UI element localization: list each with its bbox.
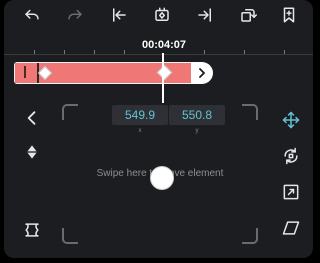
- keyframe-diamond-icon: [27, 145, 37, 159]
- playhead[interactable]: [162, 53, 164, 103]
- panel-corner: [242, 228, 258, 244]
- move-arrows-icon: [282, 111, 300, 129]
- panel-corner: [242, 104, 258, 120]
- right-tools: [265, 100, 313, 258]
- move-panel[interactable]: 549.9 550.8 x y Swipe here to move eleme…: [62, 104, 258, 244]
- clip-track[interactable]: [14, 62, 213, 84]
- bookmark-icon: [283, 7, 295, 23]
- ruler-tick: [124, 50, 125, 54]
- x-coordinate-field[interactable]: 549.9: [112, 105, 168, 125]
- trim-handle-marker: [24, 66, 26, 78]
- left-controls: [4, 100, 64, 258]
- x-axis-label: x: [138, 128, 142, 134]
- y-axis-label: y: [195, 128, 199, 134]
- skew-icon: [282, 221, 300, 235]
- flip-button[interactable]: [20, 218, 44, 242]
- rotate-crop-button[interactable]: [237, 4, 259, 26]
- scale-tool-button[interactable]: [279, 180, 303, 204]
- ruler-tick: [244, 50, 245, 54]
- top-toolbar: [4, 0, 313, 30]
- editor-screen: 00:04:07 549.9 550.8 x y Swipe here move…: [4, 0, 313, 258]
- move-joystick[interactable]: [151, 167, 173, 189]
- jump-to-end-icon: [198, 8, 211, 22]
- skew-tool-button[interactable]: [279, 216, 303, 240]
- ruler-tick: [284, 50, 285, 54]
- undo-icon: [25, 9, 39, 20]
- current-time-label: 00:04:07: [141, 39, 187, 51]
- chevron-left-icon: [27, 111, 36, 125]
- jump-to-end-button[interactable]: [194, 4, 216, 26]
- ruler-tick: [64, 50, 65, 54]
- keyframe-toggle-button[interactable]: [20, 140, 44, 164]
- move-tool-button[interactable]: [279, 108, 303, 132]
- chevron-right-icon: [199, 68, 205, 78]
- redo-icon: [68, 9, 82, 20]
- redo-button[interactable]: [64, 4, 86, 26]
- rotate-crop-icon: [241, 9, 257, 22]
- add-keyframe-button[interactable]: [151, 4, 173, 26]
- scale-icon: [283, 184, 299, 200]
- undo-button[interactable]: [21, 4, 43, 26]
- ruler-tick: [34, 50, 35, 54]
- add-keyframe-icon: [155, 7, 169, 21]
- timeline[interactable]: 00:04:07: [4, 30, 313, 103]
- jump-to-start-icon: [113, 8, 126, 22]
- back-button[interactable]: [20, 106, 44, 130]
- clip-trim-handle-left[interactable]: [15, 63, 39, 83]
- clip-trim-handle-right[interactable]: [191, 62, 213, 84]
- timeline-ruler: [4, 54, 313, 55]
- keyframe-marker[interactable]: [37, 65, 53, 81]
- ruler-tick: [204, 50, 205, 54]
- flip-icon: [25, 223, 39, 237]
- rotate-icon: [284, 147, 298, 165]
- bookmark-button[interactable]: [278, 4, 300, 26]
- panel-corner: [62, 104, 78, 120]
- ruler-tick: [94, 50, 95, 54]
- panel-corner: [62, 228, 78, 244]
- jump-to-start-button[interactable]: [108, 4, 130, 26]
- rotate-tool-button[interactable]: [279, 144, 303, 168]
- y-coordinate-field[interactable]: 550.8: [169, 105, 225, 125]
- keyframe-marker-current[interactable]: [156, 64, 173, 81]
